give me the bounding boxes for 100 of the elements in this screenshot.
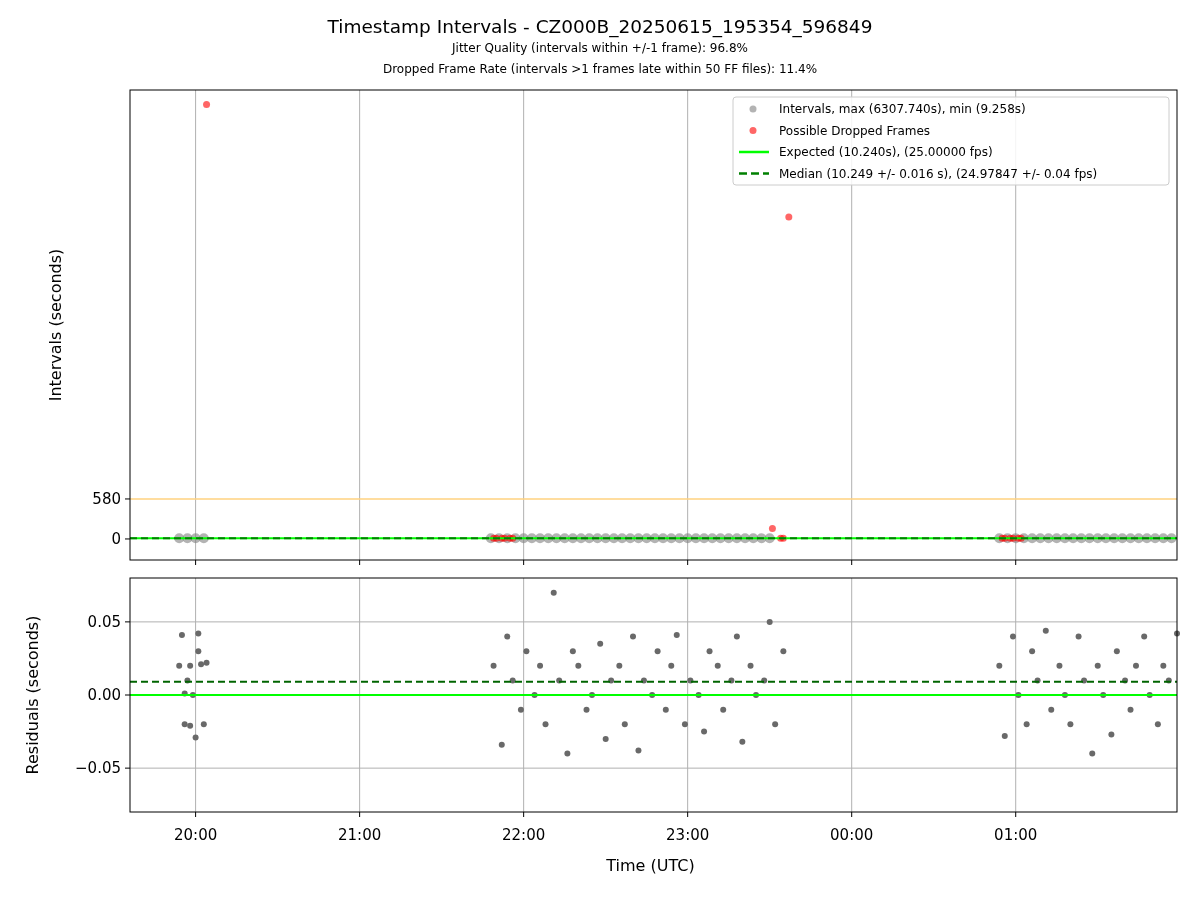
- chart-subtitle: Jitter Quality (intervals within +/-1 frame): 96.8%: [452, 40, 748, 57]
- interval-point: [748, 533, 759, 544]
- interval-point: [1158, 533, 1169, 544]
- interval-point: [1010, 533, 1021, 544]
- residual-point: [195, 630, 202, 637]
- interval-point: [584, 533, 595, 544]
- residual-point: [616, 662, 623, 669]
- interval-point: [1018, 533, 1029, 544]
- residual-point: [1108, 731, 1115, 738]
- residual-point: [687, 677, 694, 684]
- axis-label: Time (UTC): [606, 855, 695, 875]
- interval-point: [608, 533, 619, 544]
- interval-point: [658, 533, 669, 544]
- interval-point: [543, 533, 554, 544]
- residual-point: [673, 632, 680, 639]
- legend-label: Possible Dropped Frames: [779, 123, 931, 138]
- tick-label: 0.00: [87, 686, 121, 704]
- interval-point: [1125, 533, 1136, 544]
- residual-point: [1127, 706, 1134, 713]
- interval-point: [617, 533, 628, 544]
- interval-point: [715, 533, 726, 544]
- interval-point: [1068, 533, 1079, 544]
- residual-point: [1001, 732, 1008, 739]
- interval-point: [699, 533, 710, 544]
- interval-point: [559, 533, 570, 544]
- tick-label: 20:00: [174, 826, 218, 844]
- interval-point: [707, 533, 718, 544]
- residual-point: [714, 662, 721, 669]
- residual-point: [635, 747, 642, 754]
- residual-point: [542, 721, 549, 728]
- residual-point: [184, 677, 191, 684]
- dropped-frame-point: [785, 213, 793, 221]
- residual-point: [1146, 692, 1153, 698]
- residual-point: [176, 662, 183, 669]
- interval-point: [1100, 533, 1111, 544]
- legend-line-icon: [739, 150, 769, 154]
- residual-point: [621, 721, 628, 728]
- residual-point: [509, 677, 516, 684]
- tick-label: 22:00: [502, 826, 546, 844]
- interval-point: [502, 533, 513, 544]
- residual-point: [630, 633, 636, 640]
- interval-point: [674, 533, 685, 544]
- residual-point: [747, 662, 754, 669]
- interval-point: [1150, 533, 1161, 544]
- residual-point: [1056, 662, 1063, 669]
- residual-point: [728, 677, 735, 684]
- residual-point: [1048, 706, 1055, 713]
- residual-point: [1042, 627, 1049, 634]
- residual-point: [1029, 648, 1036, 655]
- interval-point: [1141, 533, 1152, 544]
- residual-point: [1113, 648, 1120, 655]
- residual-point: [1122, 677, 1129, 684]
- interval-point: [535, 533, 546, 544]
- interval-point: [1051, 533, 1062, 544]
- residual-point: [504, 633, 511, 640]
- residual-point: [575, 662, 582, 669]
- interval-point: [690, 533, 701, 544]
- interval-point: [526, 533, 537, 544]
- legend-marker-icon: [749, 127, 757, 134]
- residual-point: [1015, 692, 1022, 698]
- residual-point: [1075, 633, 1082, 640]
- interval-point: [1117, 533, 1128, 544]
- interval-point: [1043, 533, 1054, 544]
- residual-point: [556, 677, 563, 684]
- interval-point: [551, 533, 562, 544]
- interval-point: [731, 533, 742, 544]
- interval-point: [576, 533, 587, 544]
- interval-point: [723, 533, 734, 544]
- interval-point: [1076, 533, 1087, 544]
- residual-point: [602, 735, 609, 742]
- residual-point: [517, 706, 524, 713]
- residual-point: [589, 692, 595, 698]
- interval-point: [1133, 533, 1144, 544]
- residual-point: [772, 721, 779, 728]
- residual-point: [1089, 750, 1096, 757]
- interval-point: [174, 533, 185, 544]
- residual-point: [550, 589, 557, 596]
- residual-point: [739, 738, 746, 745]
- residual-point: [733, 633, 740, 640]
- interval-point: [190, 533, 201, 544]
- interval-point: [567, 533, 578, 544]
- tick-label: 00:00: [830, 826, 874, 844]
- residual-point: [195, 648, 202, 655]
- interval-point: [682, 533, 693, 544]
- residual-point: [640, 677, 647, 684]
- interval-point: [1166, 533, 1177, 544]
- interval-point: [198, 533, 209, 544]
- residual-point: [761, 677, 768, 684]
- interval-point: [1109, 533, 1120, 544]
- interval-point: [666, 533, 677, 544]
- residual-point: [1174, 630, 1180, 637]
- residual-point: [701, 728, 708, 735]
- residual-point: [1141, 633, 1148, 640]
- residual-point: [192, 734, 199, 741]
- legend-label: Median (10.249 +/- 0.016 s), (24.97847 +/- 0.04 fps): [779, 166, 1098, 181]
- dropped-frame-point: [203, 101, 211, 108]
- residual-point: [681, 721, 688, 728]
- interval-point: [649, 533, 660, 544]
- residual-point: [662, 706, 669, 713]
- interval-point: [592, 533, 603, 544]
